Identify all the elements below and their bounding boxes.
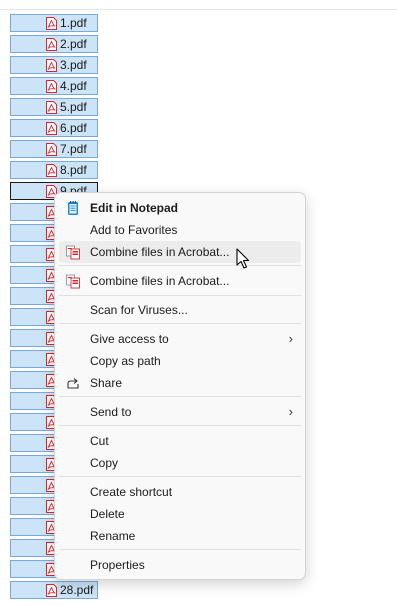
menu-item-give-access-to[interactable]: Give access to › (59, 328, 301, 350)
menu-item-label: Send to (90, 405, 132, 419)
menu-item-label: Combine files in Acrobat... (90, 245, 230, 259)
share-icon (67, 378, 79, 389)
file-item[interactable]: 28.pdf (10, 581, 98, 599)
pdf-icon (46, 143, 57, 156)
file-item[interactable]: 1.pdf (10, 14, 98, 32)
menu-separator (59, 396, 301, 397)
menu-item-label: Rename (90, 529, 136, 543)
file-name: 5.pdf (60, 100, 87, 114)
menu-separator (59, 476, 301, 477)
notepad-icon (68, 201, 78, 215)
file-name: 3.pdf (60, 58, 87, 72)
menu-item-delete[interactable]: Delete (59, 503, 301, 525)
menu-item-edit-in-notepad[interactable]: Edit in Notepad (59, 197, 301, 219)
menu-item-label: Combine files in Acrobat... (90, 274, 230, 288)
menu-item-label: Properties (90, 558, 145, 572)
file-item[interactable]: 7.pdf (10, 140, 98, 158)
menu-item-combine-acrobat-2[interactable]: Combine files in Acrobat... (59, 270, 301, 292)
mouse-cursor-icon (236, 248, 250, 269)
pdf-icon (46, 101, 57, 114)
menu-item-label: Add to Favorites (90, 223, 178, 237)
file-item[interactable]: 8.pdf (10, 161, 98, 179)
file-item[interactable]: 5.pdf (10, 98, 98, 116)
menu-item-label: Delete (90, 507, 125, 521)
menu-item-label: Scan for Viruses... (90, 303, 188, 317)
menu-item-label: Copy as path (90, 354, 161, 368)
menu-item-label: Copy (90, 456, 119, 470)
menu-item-label: Give access to (90, 332, 169, 346)
menu-separator (59, 295, 301, 296)
menu-separator (59, 323, 301, 324)
menu-item-label: Edit in Notepad (90, 201, 178, 215)
top-divider (0, 9, 397, 10)
menu-item-cut[interactable]: Cut (59, 430, 301, 452)
menu-item-label: Create shortcut (90, 485, 173, 499)
acrobat-combine-icon (66, 245, 80, 260)
menu-item-add-to-favorites[interactable]: Add to Favorites (59, 219, 301, 241)
file-name: 6.pdf (60, 121, 87, 135)
context-menu: Edit in Notepad Add to Favorites Combine… (54, 192, 306, 580)
file-item[interactable]: 2.pdf (10, 35, 98, 53)
pdf-icon (46, 584, 57, 597)
file-name: 2.pdf (60, 37, 87, 51)
file-name: 8.pdf (60, 163, 87, 177)
file-item[interactable]: 3.pdf (10, 56, 98, 74)
menu-item-send-to[interactable]: Send to › (59, 401, 301, 423)
menu-item-label: Cut (90, 434, 109, 448)
file-name: 28.pdf (60, 583, 94, 597)
menu-item-copy[interactable]: Copy (59, 452, 301, 474)
menu-separator (59, 549, 301, 550)
pdf-icon (46, 80, 57, 93)
pdf-icon (46, 122, 57, 135)
chevron-right-icon: › (288, 331, 293, 346)
menu-item-share[interactable]: Share (59, 372, 301, 394)
menu-item-combine-acrobat-1[interactable]: Combine files in Acrobat... (59, 241, 301, 263)
menu-item-copy-as-path[interactable]: Copy as path (59, 350, 301, 372)
pdf-icon (46, 164, 57, 177)
file-item[interactable]: 4.pdf (10, 77, 98, 95)
menu-item-scan-for-viruses[interactable]: Scan for Viruses... (59, 299, 301, 321)
menu-item-properties[interactable]: Properties (59, 554, 301, 576)
file-name: 4.pdf (60, 79, 87, 93)
file-name: 7.pdf (60, 142, 87, 156)
pdf-icon (46, 38, 57, 51)
acrobat-combine-icon (66, 274, 80, 289)
chevron-right-icon: › (288, 404, 293, 419)
menu-item-label: Share (90, 376, 123, 390)
menu-item-create-shortcut[interactable]: Create shortcut (59, 481, 301, 503)
menu-separator (59, 425, 301, 426)
file-item[interactable]: 6.pdf (10, 119, 98, 137)
menu-item-rename[interactable]: Rename (59, 525, 301, 547)
pdf-icon (46, 17, 57, 30)
pdf-icon (46, 59, 57, 72)
menu-separator (59, 265, 301, 266)
file-name: 1.pdf (60, 16, 87, 30)
